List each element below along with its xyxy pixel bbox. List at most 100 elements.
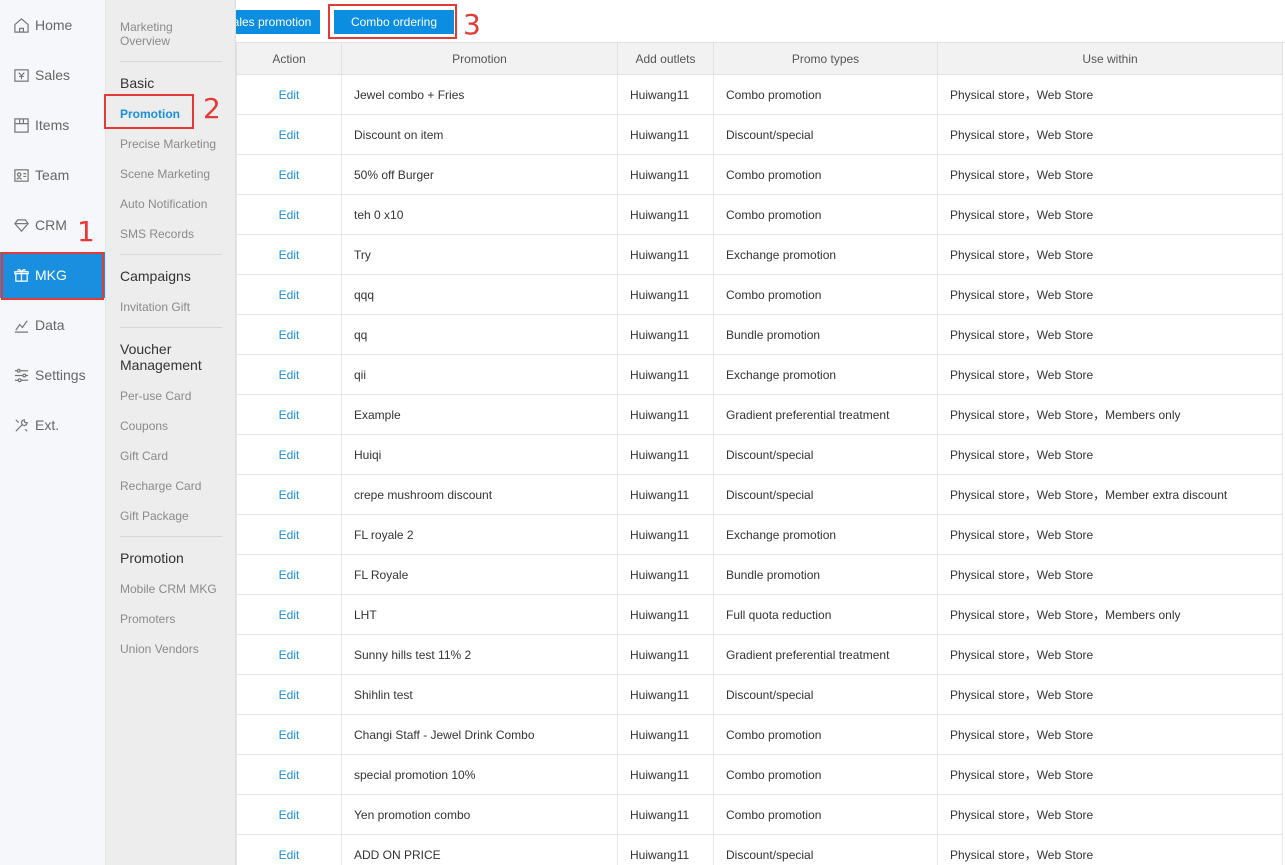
edit-link[interactable]: Edit xyxy=(236,634,342,675)
promo-type-cell: Combo promotion xyxy=(713,154,938,195)
table-row: Edit special promotion 10% Huiwang11 Combo … xyxy=(236,754,1283,795)
nav2-promoters[interactable]: Promoters xyxy=(120,612,175,626)
nav-label: Settings xyxy=(35,367,86,383)
tab-combo-ordering[interactable]: Combo ordering xyxy=(334,10,454,34)
promotion-name-cell: qq xyxy=(341,314,618,355)
nav-mkg[interactable]: MKG xyxy=(0,252,105,298)
edit-link[interactable]: Edit xyxy=(236,314,342,355)
edit-link[interactable]: Edit xyxy=(236,554,342,595)
outlet-cell: Huiwang11 xyxy=(617,794,714,835)
promo-type-cell: Exchange promotion xyxy=(713,354,938,395)
nav2-coupons[interactable]: Coupons xyxy=(120,419,168,433)
promo-type-cell: Bundle promotion xyxy=(713,314,938,355)
settings-icon xyxy=(12,366,30,384)
outlet-cell: Huiwang11 xyxy=(617,274,714,315)
use-within-cell: Physical store，Web Store xyxy=(937,674,1283,715)
table-row: Edit Yen promotion combo Huiwang11 Combo pr… xyxy=(236,794,1283,835)
promotion-name-cell: Yen promotion combo xyxy=(341,794,618,835)
promo-type-cell: Bundle promotion xyxy=(713,554,938,595)
edit-link[interactable]: Edit xyxy=(236,194,342,235)
promo-type-cell: Full quota reduction xyxy=(713,594,938,635)
use-within-cell: Physical store，Web Store xyxy=(937,634,1283,675)
promo-type-cell: Discount/special xyxy=(713,674,938,715)
promo-type-cell: Discount/special xyxy=(713,114,938,155)
use-within-cell: Physical store，Web Store xyxy=(937,354,1283,395)
nav2-marketing-overview[interactable]: Marketing Overview xyxy=(120,20,173,48)
table-row: Edit Example Huiwang11 Gradient preferentia… xyxy=(236,394,1283,435)
nav2-invitation-gift[interactable]: Invitation Gift xyxy=(120,300,190,314)
edit-link[interactable]: Edit xyxy=(236,74,342,115)
nav2-sms-records[interactable]: SMS Records xyxy=(120,227,194,241)
nav-team[interactable]: Team xyxy=(0,152,105,198)
table-row: Edit FL royale 2 Huiwang11 Exchange promoti… xyxy=(236,514,1283,555)
secondary-nav: Marketing Overview Basic Promotion Preci… xyxy=(106,0,236,865)
edit-link[interactable]: Edit xyxy=(236,714,342,755)
promotion-name-cell: Sunny hills test 11% 2 xyxy=(341,634,618,675)
table-row: Edit Discount on item Huiwang11 Discount/sp… xyxy=(236,114,1283,155)
edit-link[interactable]: Edit xyxy=(236,114,342,155)
nav2-union-vendors[interactable]: Union Vendors xyxy=(120,642,199,656)
outlet-cell: Huiwang11 xyxy=(617,674,714,715)
table-row: Edit LHT Huiwang11 Full quota reduction Phys… xyxy=(236,594,1283,635)
promotion-table: Action Promotion Add outlets Promo types… xyxy=(236,42,1283,865)
nav-items[interactable]: Items xyxy=(0,102,105,148)
ext-icon xyxy=(12,416,30,434)
nav2-auto-notification[interactable]: Auto Notification xyxy=(120,197,207,211)
nav2-recharge-card[interactable]: Recharge Card xyxy=(120,479,201,493)
edit-link[interactable]: Edit xyxy=(236,434,342,475)
section-heading-campaigns: Campaigns xyxy=(120,268,191,284)
promotion-name-cell: qii xyxy=(341,354,618,395)
nav-data[interactable]: Data xyxy=(0,302,105,348)
nav2-gift-card[interactable]: Gift Card xyxy=(120,449,168,463)
edit-link[interactable]: Edit xyxy=(236,154,342,195)
nav2-scene-marketing[interactable]: Scene Marketing xyxy=(120,167,210,181)
edit-link[interactable]: Edit xyxy=(236,474,342,515)
table-body: Edit Jewel combo + Fries Huiwang11 Combo pr… xyxy=(236,74,1283,865)
edit-link[interactable]: Edit xyxy=(236,794,342,835)
table-row: Edit Shihlin test Huiwang11 Discount/specia… xyxy=(236,674,1283,715)
edit-link[interactable]: Edit xyxy=(236,834,342,865)
heading-line: Management xyxy=(120,357,202,373)
nav2-mobile-crm-mkg[interactable]: Mobile CRM MKG xyxy=(120,582,217,596)
tab-sales-promotion[interactable]: ales promotion xyxy=(236,10,320,34)
use-within-cell: Physical store，Web Store，Members only xyxy=(937,594,1283,635)
table-row: Edit ADD ON PRICE Huiwang11 Discount/specia… xyxy=(236,834,1283,865)
nav2-promotion[interactable]: Promotion xyxy=(120,107,180,121)
nav-sales[interactable]: Sales xyxy=(0,52,105,98)
outlet-cell: Huiwang11 xyxy=(617,834,714,865)
table-row: Edit qii Huiwang11 Exchange promotion Physic… xyxy=(236,354,1283,395)
promotion-name-cell: Discount on item xyxy=(341,114,618,155)
nav2-precise-marketing[interactable]: Precise Marketing xyxy=(120,137,216,151)
nav-home[interactable]: Home xyxy=(0,2,105,48)
outlet-cell: Huiwang11 xyxy=(617,554,714,595)
promotion-name-cell: FL royale 2 xyxy=(341,514,618,555)
promotion-name-cell: Shihlin test xyxy=(341,674,618,715)
heading-line: Voucher xyxy=(120,341,172,357)
nav-settings[interactable]: Settings xyxy=(0,352,105,398)
table-row: Edit Try Huiwang11 Exchange promotion Physic… xyxy=(236,234,1283,275)
use-within-cell: Physical store，Web Store，Member extra di… xyxy=(937,474,1283,515)
edit-link[interactable]: Edit xyxy=(236,394,342,435)
use-within-cell: Physical store，Web Store xyxy=(937,274,1283,315)
use-within-cell: Physical store，Web Store xyxy=(937,434,1283,475)
team-icon xyxy=(12,166,30,184)
edit-link[interactable]: Edit xyxy=(236,274,342,315)
table-row: Edit qqq Huiwang11 Combo promotion Physical … xyxy=(236,274,1283,315)
edit-link[interactable]: Edit xyxy=(236,514,342,555)
edit-link[interactable]: Edit xyxy=(236,594,342,635)
use-within-cell: Physical store，Web Store xyxy=(937,794,1283,835)
nav-ext[interactable]: Ext. xyxy=(0,402,105,448)
col-header-add-outlets: Add outlets xyxy=(617,42,714,75)
nav-label: MKG xyxy=(35,267,67,283)
edit-link[interactable]: Edit xyxy=(236,354,342,395)
nav2-gift-package[interactable]: Gift Package xyxy=(120,509,189,523)
table-row: Edit FL Royale Huiwang11 Bundle promotion Ph… xyxy=(236,554,1283,595)
nav2-per-use-card[interactable]: Per-use Card xyxy=(120,389,191,403)
items-icon xyxy=(12,116,30,134)
edit-link[interactable]: Edit xyxy=(236,754,342,795)
edit-link[interactable]: Edit xyxy=(236,234,342,275)
outlet-cell: Huiwang11 xyxy=(617,714,714,755)
edit-link[interactable]: Edit xyxy=(236,674,342,715)
outlet-cell: Huiwang11 xyxy=(617,314,714,355)
promotion-name-cell: Changi Staff - Jewel Drink Combo xyxy=(341,714,618,755)
